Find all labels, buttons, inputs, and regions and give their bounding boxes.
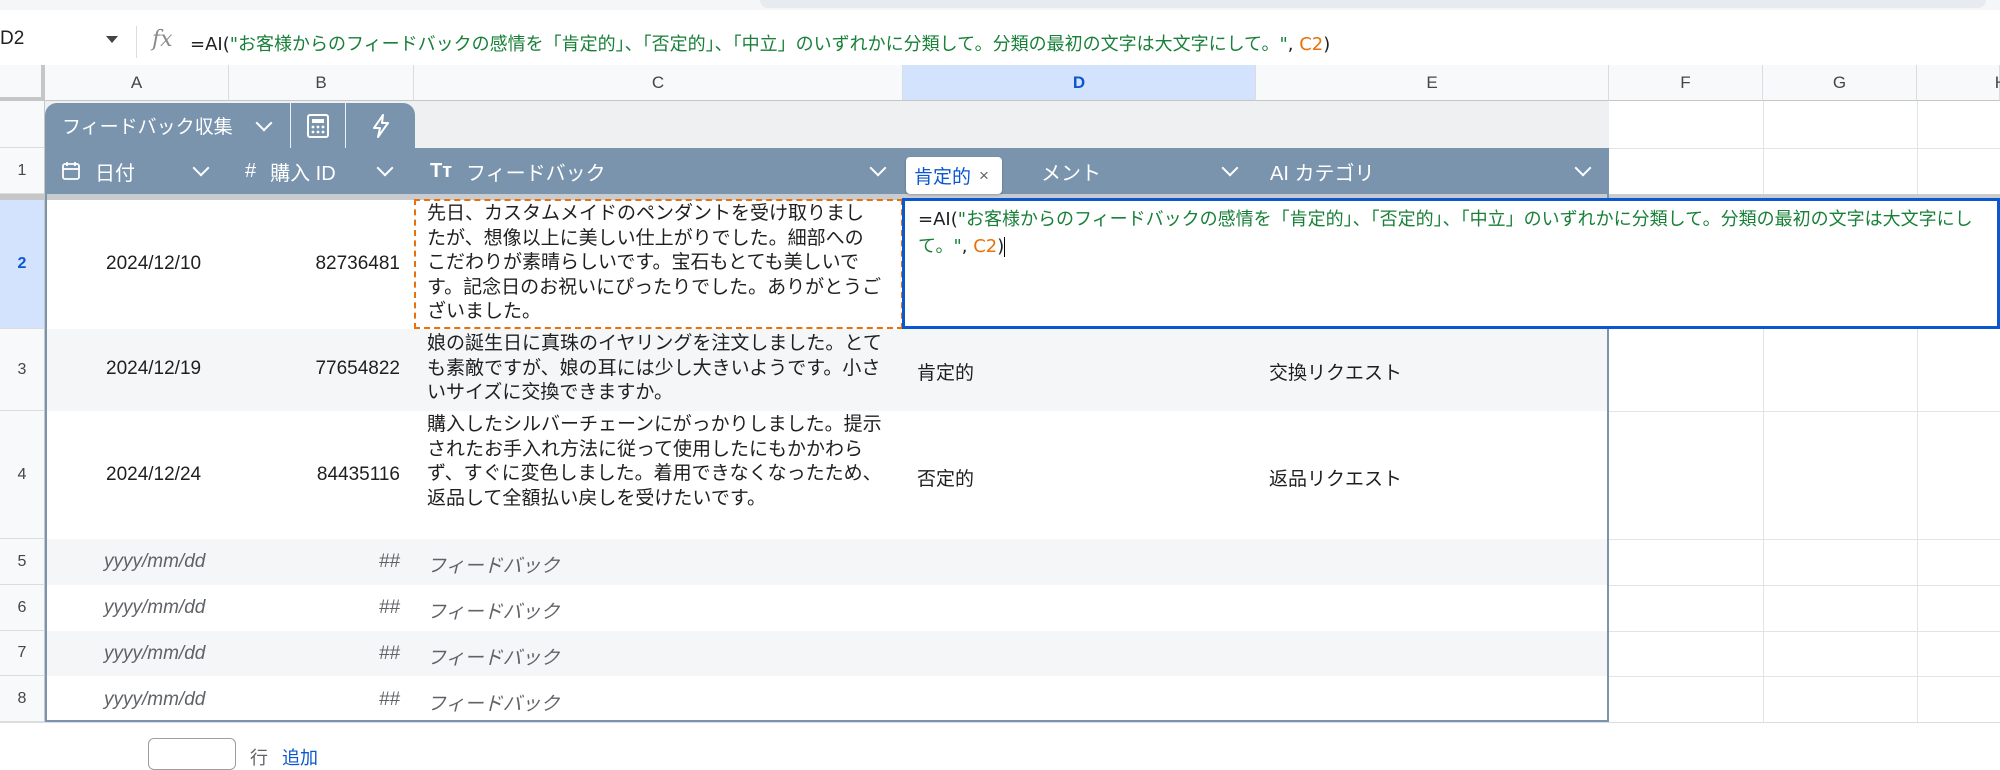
grid-line <box>1609 631 2000 632</box>
chevron-down-icon[interactable] <box>1574 159 1592 177</box>
feedback-placeholder[interactable]: フィードバック <box>427 551 560 578</box>
grid-line <box>1609 148 2000 149</box>
header-ai-category[interactable]: AI カテゴリ <box>1256 148 1609 194</box>
grid-line <box>1609 676 2000 677</box>
header-comment-label: メント <box>1041 162 1101 185</box>
editor-close: ) <box>997 236 1005 257</box>
add-rows-count-input[interactable] <box>148 738 236 770</box>
editor-function: =AI( <box>918 209 958 230</box>
text-type-icon: Tт <box>430 159 453 182</box>
toolbar-edge <box>760 0 1986 8</box>
editor-string: "お客様からのフィードバックの感情を「肯定的」、「否定的」、「中立」のいずれかに… <box>918 209 1973 257</box>
referenced-cell-highlight <box>414 199 903 329</box>
formula-reference: C2 <box>1299 34 1324 55</box>
number-type-icon: # <box>245 159 257 182</box>
cell-formula-text[interactable]: =AI("お客様からのフィードバックの感情を「肯定的」、「否定的」、「中立」のい… <box>918 206 2000 260</box>
date-placeholder[interactable]: yyyy/mm/dd <box>104 597 205 619</box>
text-cursor <box>1004 237 1006 257</box>
grid-line <box>1609 411 2000 412</box>
column-header-e[interactable]: E <box>1256 65 1609 101</box>
row-header-8[interactable]: 8 <box>0 676 45 722</box>
column-header-g[interactable]: G <box>1763 65 1917 101</box>
header-ai-category-label: AI カテゴリ <box>1270 162 1375 185</box>
editor-separator: , <box>961 236 974 257</box>
name-box[interactable]: D2 <box>0 28 24 50</box>
row-header-1[interactable]: 1 <box>0 148 45 194</box>
ai-result-preview-chip[interactable]: 肯定的 × <box>906 157 1002 194</box>
preview-value: 肯定的 <box>914 167 972 188</box>
column-header-c[interactable]: C <box>414 65 903 101</box>
header-feedback[interactable]: Tт フィードバック <box>414 148 903 194</box>
header-date-label: 日付 <box>95 162 135 185</box>
ai-category-cell[interactable]: 返品リクエスト <box>1269 464 1402 491</box>
formula-input[interactable]: =AI("お客様からのフィードバックの感情を「肯定的」、「否定的」、「中立」のい… <box>190 30 1330 56</box>
chevron-down-icon[interactable] <box>192 159 210 177</box>
column-header-b[interactable]: B <box>229 65 414 101</box>
date-placeholder[interactable]: yyyy/mm/dd <box>104 689 205 711</box>
row-header-7[interactable]: 7 <box>0 631 45 676</box>
header-feedback-label: フィードバック <box>466 162 606 185</box>
comment-cell[interactable]: 肯定的 <box>917 358 974 385</box>
editor-reference: C2 <box>973 236 998 257</box>
feedback-cell[interactable]: 娘の誕生日に真珠のイヤリングを注文しました。とても素敵ですが、娘の耳には少し大き… <box>427 332 882 406</box>
date-cell[interactable]: 2024/12/19 <box>106 358 201 380</box>
feedback-placeholder[interactable]: フィードバック <box>427 643 560 670</box>
date-placeholder[interactable]: yyyy/mm/dd <box>104 643 205 665</box>
formula-close: ) <box>1323 34 1331 55</box>
purchase-id-cell[interactable]: 84435116 <box>229 464 400 486</box>
row-header-5[interactable]: 5 <box>0 539 45 585</box>
formula-separator: , <box>1287 34 1300 55</box>
row-header-2[interactable]: 2 <box>0 200 45 329</box>
column-header-f[interactable]: F <box>1609 65 1763 101</box>
table-name-tab[interactable]: フィードバック収集 <box>45 103 290 148</box>
chevron-down-icon[interactable] <box>869 159 887 177</box>
header-purchase-id[interactable]: # 購入 ID <box>229 148 414 194</box>
grid-line <box>1609 539 2000 540</box>
grid-line <box>1609 585 2000 586</box>
close-icon[interactable]: × <box>979 166 989 186</box>
formula-bar-divider <box>136 26 137 58</box>
table-automation-button[interactable] <box>346 103 415 148</box>
ai-category-cell[interactable]: 交換リクエスト <box>1269 358 1402 385</box>
fx-icon: fx <box>152 27 173 52</box>
id-placeholder[interactable]: ## <box>229 689 400 711</box>
header-purchase-id-label: 購入 ID <box>270 162 336 185</box>
id-placeholder[interactable]: ## <box>229 597 400 619</box>
feedback-cell[interactable]: 購入したシルバーチェーンにがっかりしました。提示されたお手入れ方法に従って使用し… <box>427 413 882 511</box>
column-header-h[interactable]: H <box>1917 65 2000 101</box>
chevron-down-icon[interactable] <box>1221 159 1239 177</box>
row-header-4[interactable]: 4 <box>0 411 45 539</box>
rows-label: 行 <box>250 748 268 768</box>
row-header-spacer <box>0 101 45 148</box>
purchase-id-cell[interactable]: 77654822 <box>229 358 400 380</box>
select-all-corner[interactable] <box>0 65 45 101</box>
feedback-placeholder[interactable]: フィードバック <box>427 597 560 624</box>
row-header-6[interactable]: 6 <box>0 585 45 631</box>
column-header-d[interactable]: D <box>903 65 1256 101</box>
calculator-icon <box>307 113 329 138</box>
table-calculator-button[interactable] <box>291 103 345 148</box>
grid-line <box>0 722 2000 723</box>
calendar-icon <box>62 162 80 180</box>
formula-function: =AI( <box>190 34 230 55</box>
table-name: フィードバック収集 <box>62 117 233 138</box>
chevron-down-icon <box>255 114 273 132</box>
id-placeholder[interactable]: ## <box>229 551 400 573</box>
name-box-dropdown-icon[interactable] <box>106 36 118 43</box>
lightning-icon <box>372 113 389 138</box>
purchase-id-cell[interactable]: 82736481 <box>229 253 400 275</box>
column-header-a[interactable]: A <box>45 65 229 101</box>
id-placeholder[interactable]: ## <box>229 643 400 665</box>
row-header-3[interactable]: 3 <box>0 329 45 411</box>
add-rows-link[interactable]: 追加 <box>282 744 318 770</box>
date-cell[interactable]: 2024/12/24 <box>106 464 201 486</box>
chevron-down-icon[interactable] <box>376 159 394 177</box>
date-placeholder[interactable]: yyyy/mm/dd <box>104 551 205 573</box>
header-date[interactable]: 日付 <box>45 148 229 194</box>
feedback-placeholder[interactable]: フィードバック <box>427 689 560 716</box>
date-cell[interactable]: 2024/12/10 <box>106 253 201 275</box>
comment-cell[interactable]: 否定的 <box>917 464 974 491</box>
formula-string: "お客様からのフィードバックの感情を「肯定的」、「否定的」、「中立」のいずれかに… <box>229 34 1288 55</box>
column-header-h-label: H <box>1995 73 2000 93</box>
